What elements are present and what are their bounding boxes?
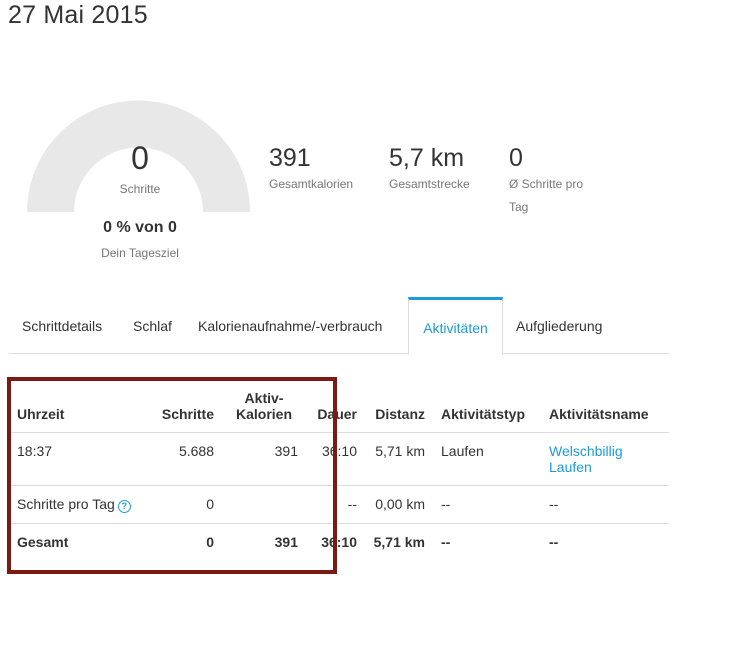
activity-name-link[interactable]: Welschbillig Laufen bbox=[549, 443, 661, 475]
stat-total-calories: 391 Gesamtkalorien bbox=[269, 143, 353, 196]
tab-calories[interactable]: Kalorienaufnahme/-verbrauch bbox=[198, 297, 382, 353]
stat-value: 391 bbox=[269, 144, 311, 172]
total-activity-type: -- bbox=[441, 534, 451, 550]
stat-value: 5,7 km bbox=[389, 144, 465, 172]
daily-goal-progress: 0 % von 0 bbox=[103, 219, 177, 236]
stat-total-distance: 5,7 km Gesamtstrecke bbox=[389, 143, 470, 196]
total-duration: 36:10 bbox=[321, 534, 357, 550]
stat-avg-steps-per-day: 0 Ø Schritte pro Tag bbox=[509, 143, 583, 219]
header-active-calories-line2: Kalorien bbox=[235, 406, 292, 422]
table-total-row: Gesamt 0 391 36:10 5,71 km -- -- bbox=[9, 524, 669, 561]
header-active-calories-line1: Aktiv- bbox=[244, 390, 284, 406]
cell-activity-type: -- bbox=[433, 485, 541, 524]
cell-activity-name: Welschbillig Laufen bbox=[541, 432, 669, 486]
cell-time: 18:37 bbox=[9, 432, 143, 486]
tab-sleep[interactable]: Schlaf bbox=[133, 297, 172, 353]
header-duration[interactable]: Dauer bbox=[306, 378, 365, 433]
table-header-row: Uhrzeit Schritte Aktiv- Kalorien Dauer D… bbox=[9, 378, 669, 433]
stat-label: Ø Schritte pro bbox=[509, 177, 584, 191]
cell-distance: 0,00 km bbox=[365, 485, 433, 524]
cell-time: Schritte pro Tag? bbox=[9, 485, 143, 524]
activity-name-line2: Laufen bbox=[549, 459, 592, 475]
cell-activity-name: -- bbox=[541, 485, 669, 524]
activities-table-container: Uhrzeit Schritte Aktiv- Kalorien Dauer D… bbox=[9, 378, 669, 560]
cell-duration: -- bbox=[306, 485, 365, 524]
header-steps[interactable]: Schritte bbox=[143, 378, 222, 433]
stat-label: Gesamtstrecke bbox=[389, 177, 470, 191]
stat-value: 0 bbox=[509, 144, 523, 172]
cell-duration: 36:10 bbox=[306, 432, 365, 486]
page-date-title: 27 Mai 2015 bbox=[8, 1, 148, 29]
activity-name-line1: Welschbillig bbox=[549, 443, 623, 459]
tab-bar: Schrittdetails Schlaf Kalorienaufnahme/-… bbox=[9, 297, 669, 355]
activities-table: Uhrzeit Schritte Aktiv- Kalorien Dauer D… bbox=[9, 378, 669, 560]
cell-steps: 5.688 bbox=[143, 432, 222, 486]
stat-label: Gesamtkalorien bbox=[269, 177, 354, 191]
cell-distance: 5,71 km bbox=[365, 432, 433, 486]
total-steps: 0 bbox=[206, 534, 214, 550]
total-active-calories: 391 bbox=[274, 534, 298, 550]
cell-activity-type: Laufen bbox=[433, 432, 541, 486]
header-time[interactable]: Uhrzeit bbox=[9, 378, 143, 433]
steps-per-day-label: Schritte pro Tag bbox=[17, 496, 115, 512]
table-row: 18:37 5.688 391 36:10 5,71 km Laufen Wel… bbox=[9, 432, 669, 486]
total-activity-name: -- bbox=[549, 534, 559, 550]
header-activity-name[interactable]: Aktivitätsname bbox=[541, 378, 669, 433]
stat-label: Tag bbox=[509, 200, 529, 214]
total-label: Gesamt bbox=[17, 534, 69, 550]
help-icon[interactable]: ? bbox=[117, 500, 131, 513]
steps-label: Schritte bbox=[119, 182, 161, 196]
table-row: Schritte pro Tag? 0 -- 0,00 km -- -- bbox=[9, 485, 669, 524]
cell-active-calories bbox=[222, 485, 306, 524]
tab-activities[interactable]: Aktivitäten bbox=[408, 297, 503, 355]
tab-step-details[interactable]: Schrittdetails bbox=[22, 297, 102, 353]
tab-breakdown[interactable]: Aufgliederung bbox=[516, 297, 602, 353]
header-activity-type[interactable]: Aktivitätstyp bbox=[433, 378, 541, 433]
header-distance[interactable]: Distanz bbox=[365, 378, 433, 433]
header-active-calories[interactable]: Aktiv- Kalorien bbox=[222, 378, 306, 433]
cell-active-calories: 391 bbox=[222, 432, 306, 486]
steps-count: 0 bbox=[131, 140, 149, 176]
daily-goal-label: Dein Tagesziel bbox=[101, 246, 179, 260]
cell-steps: 0 bbox=[143, 485, 222, 524]
total-distance: 5,71 km bbox=[373, 534, 425, 550]
